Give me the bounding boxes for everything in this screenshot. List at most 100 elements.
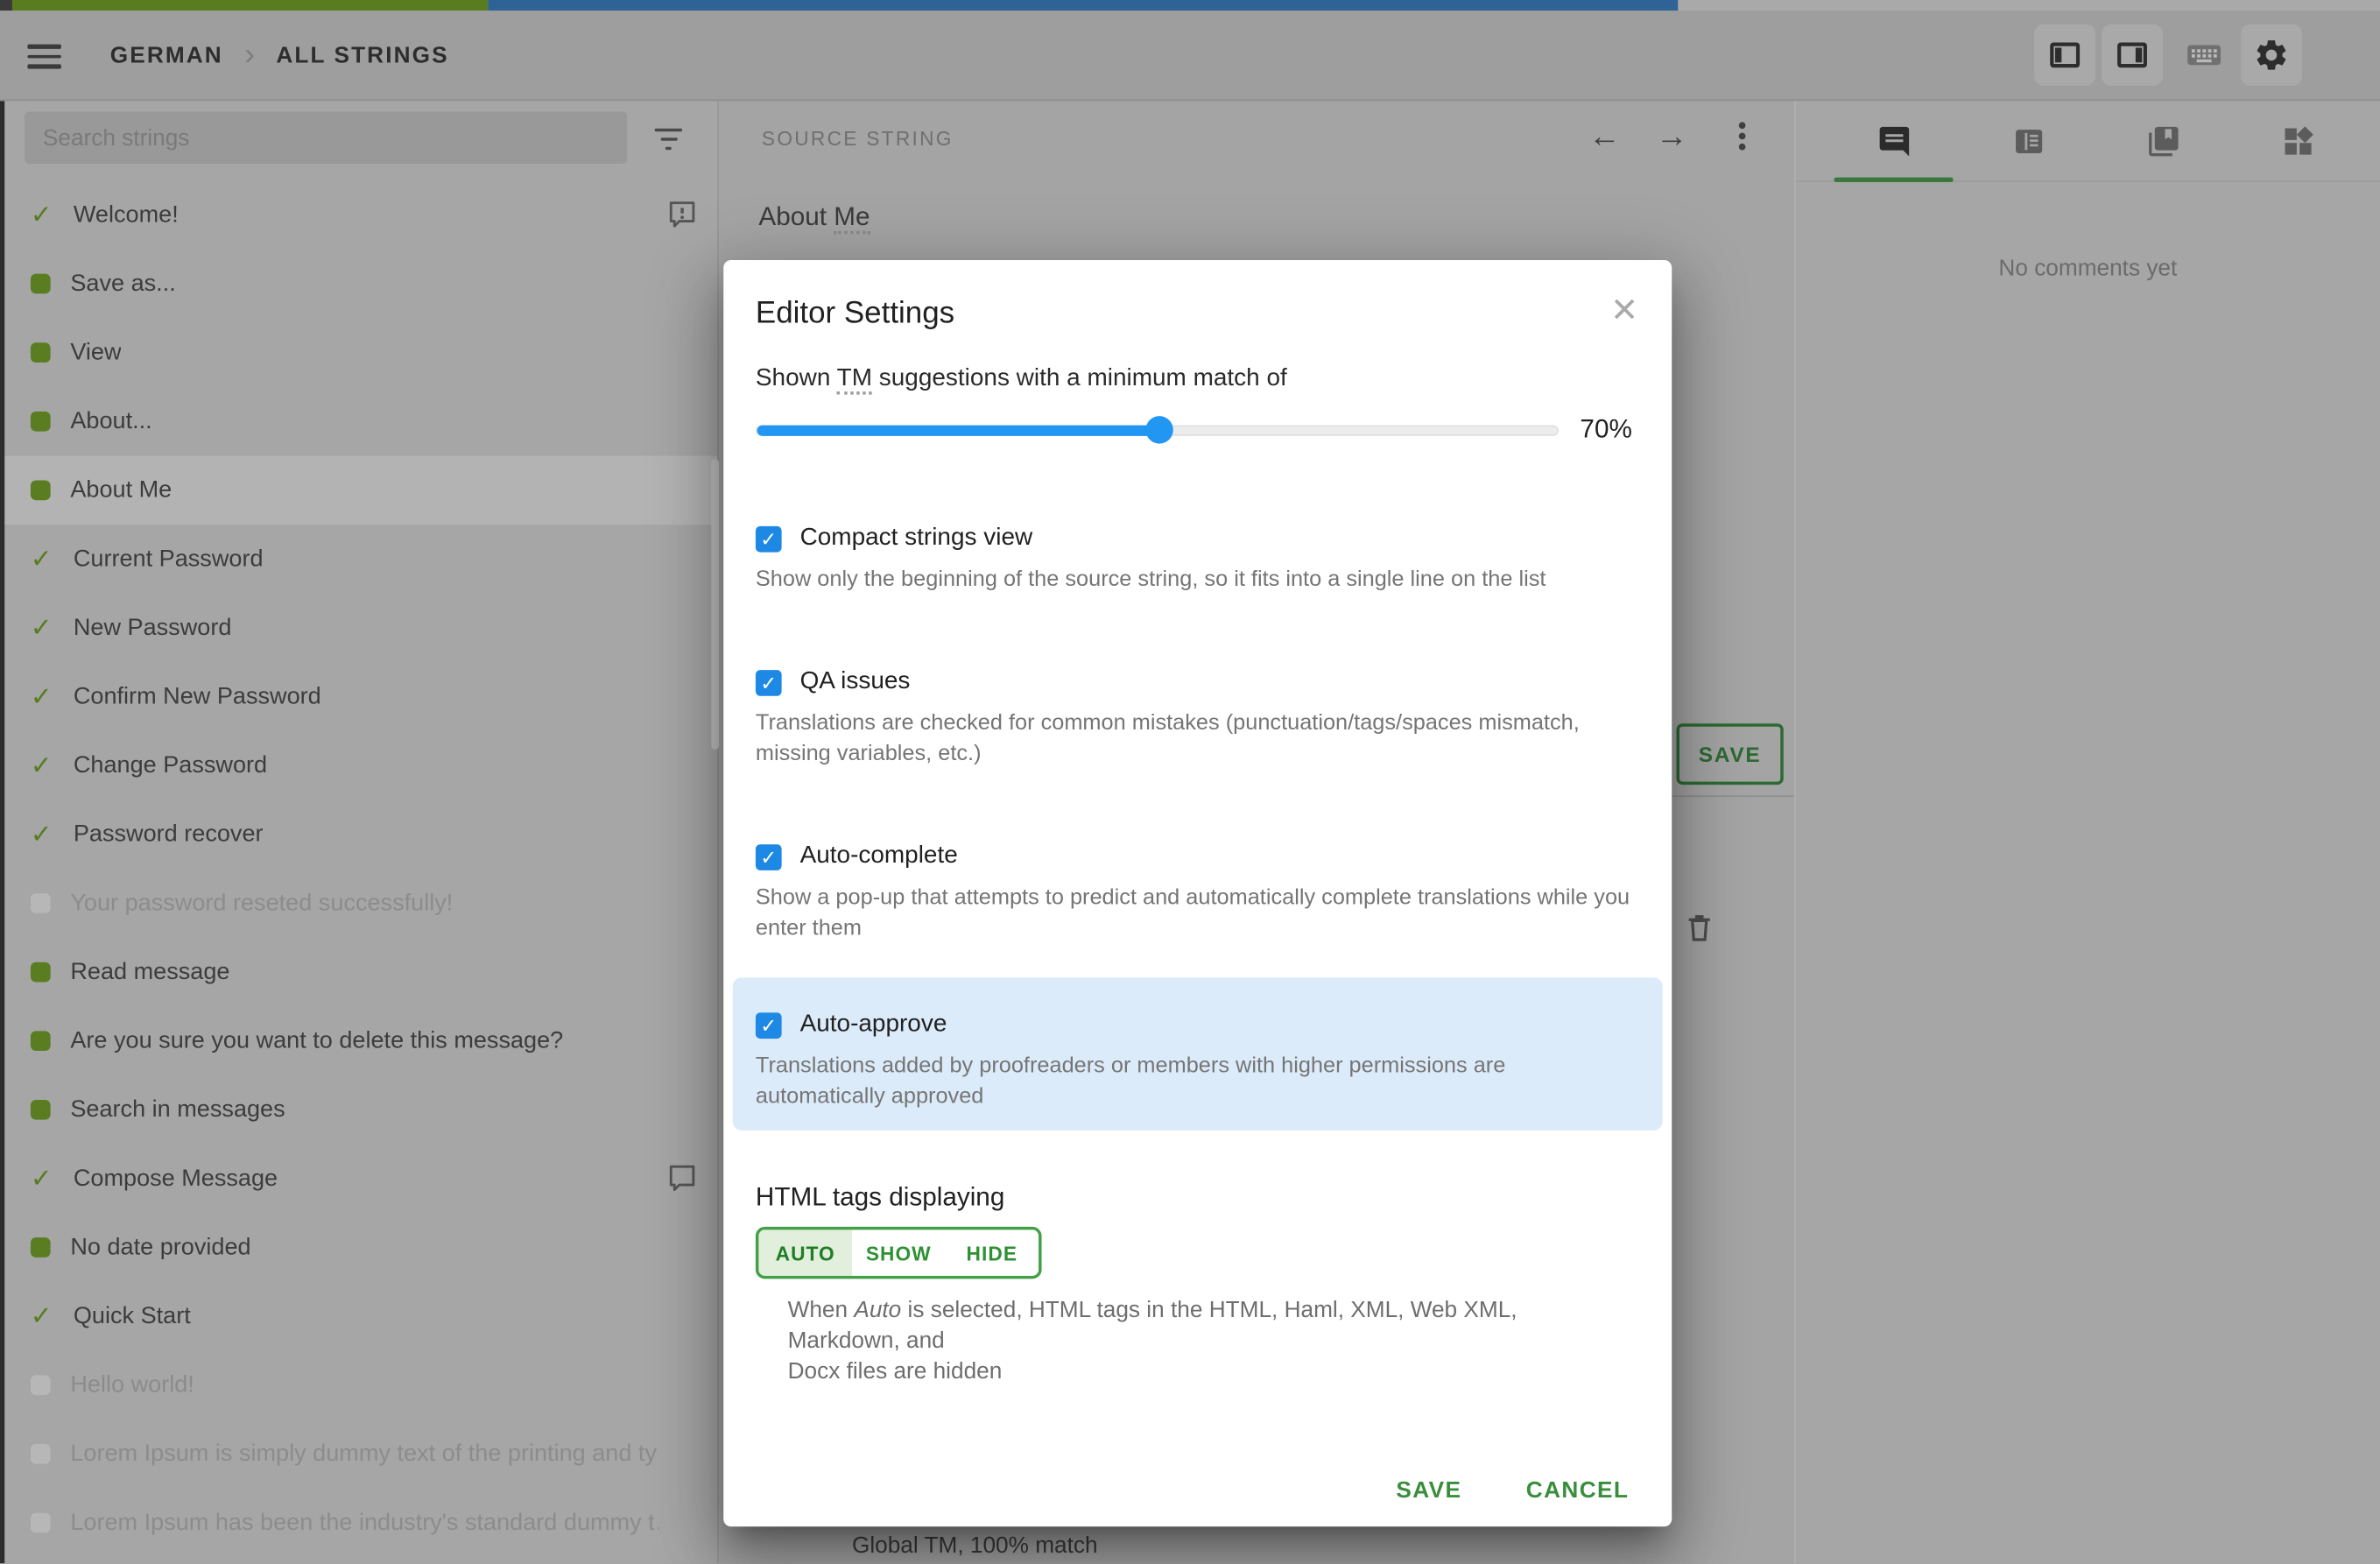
slider-thumb[interactable] — [1144, 416, 1172, 444]
tm-suggestion[interactable]: Global TM, 100% match — [852, 1532, 1098, 1559]
layout-left-panel-button[interactable] — [2034, 24, 2096, 86]
string-row[interactable]: ✓ Confirm New Password — [0, 662, 717, 731]
option-checkbox-row[interactable]: ✓ Auto-complete — [755, 842, 1640, 870]
search-input[interactable] — [24, 111, 628, 164]
translated-square-icon — [30, 273, 51, 294]
layout-right-panel-button[interactable] — [2102, 24, 2163, 86]
approved-check-icon: ✓ — [30, 820, 53, 849]
string-row[interactable]: ✓ Change Password — [0, 731, 717, 800]
tab-comments[interactable] — [1827, 101, 1961, 182]
translation-progress-bar — [0, 0, 2380, 11]
string-row[interactable]: ✓ Welcome! — [0, 180, 717, 250]
filter-icon[interactable] — [643, 119, 694, 159]
translated-square-icon — [30, 1031, 51, 1052]
close-icon[interactable]: ✕ — [1602, 287, 1647, 333]
checkbox-checked-icon[interactable]: ✓ — [755, 669, 782, 695]
chevron-right-icon: › — [244, 37, 255, 72]
checkbox-checked-icon[interactable]: ✓ — [755, 843, 782, 870]
editor-settings-dialog: Editor Settings ✕ Shown TM suggestions w… — [723, 259, 1672, 1527]
save-translation-button[interactable]: SAVE — [1676, 723, 1784, 786]
string-row[interactable]: Search in messages — [0, 1075, 717, 1145]
string-label: View — [70, 338, 122, 365]
option-checkbox-row[interactable]: ✓ QA issues — [755, 668, 1640, 695]
right-panel: No comments yet — [1793, 101, 2380, 1564]
string-label: Search in messages — [70, 1096, 285, 1123]
dialog-save-button[interactable]: SAVE — [1396, 1477, 1461, 1504]
setting-option: ✓ Auto-approve Translations added by proof… — [732, 977, 1663, 1131]
checkbox-checked-icon[interactable]: ✓ — [755, 525, 782, 552]
breadcrumb-section[interactable]: ALL STRINGS — [276, 43, 448, 69]
translated-square-icon — [30, 1099, 51, 1120]
window-edge — [0, 101, 5, 1564]
option-checkbox-row[interactable]: ✓ Auto-approve — [755, 1011, 1640, 1039]
right-panel-tabs — [1795, 101, 2380, 182]
translated-square-icon — [30, 962, 51, 983]
settings-button[interactable] — [2241, 24, 2302, 86]
string-row[interactable]: Lorem Ipsum is simply dummy text of the … — [0, 1420, 717, 1489]
comment-bubble-icon[interactable] — [665, 1161, 699, 1194]
string-row[interactable]: Hello world! — [0, 1350, 717, 1420]
search-row — [0, 111, 717, 164]
translated-square-icon — [30, 480, 51, 501]
tm-match-slider[interactable] — [755, 414, 1559, 445]
approved-check-icon: ✓ — [30, 1164, 53, 1194]
tab-context[interactable] — [1961, 101, 2095, 182]
string-row[interactable]: ✓ Quick Start — [0, 1282, 717, 1351]
string-row[interactable]: About Me — [0, 455, 718, 525]
string-row[interactable]: Save as... — [0, 250, 717, 319]
string-row[interactable]: ✓ Compose Message — [0, 1145, 717, 1214]
setting-option: ✓ QA issues Translations are checked for c… — [733, 668, 1663, 769]
tab-translation-memory[interactable] — [2095, 101, 2230, 182]
html-tags-option-hide[interactable]: HIDE — [945, 1229, 1039, 1276]
scrollbar-thumb[interactable] — [711, 459, 719, 750]
string-row[interactable]: View — [0, 318, 717, 387]
source-string-label: SOURCE STRING — [761, 126, 954, 151]
string-row[interactable]: ✓ Password recover — [0, 800, 717, 870]
approved-check-icon: ✓ — [30, 200, 53, 230]
progress-approved — [11, 0, 489, 11]
breadcrumb-project[interactable]: GERMAN — [110, 43, 223, 69]
checkbox-checked-icon[interactable]: ✓ — [755, 1011, 782, 1039]
dialog-header: Editor Settings ✕ — [723, 260, 1672, 332]
string-label: Password recover — [73, 821, 264, 847]
comments-empty-state: No comments yet — [1998, 255, 2178, 282]
source-term: Me — [834, 201, 870, 235]
string-row[interactable]: Read message — [0, 938, 717, 1007]
html-tags-option-show[interactable]: SHOW — [851, 1229, 946, 1276]
apps-tab-icon — [2284, 126, 2313, 155]
string-label: New Password — [73, 614, 232, 641]
glossary-tab-icon — [2148, 126, 2178, 157]
strings-sidebar: ✓ Welcome! Save as... View About... About Me ✓… — [0, 101, 719, 1564]
tab-apps[interactable] — [2230, 101, 2365, 182]
source-string-text: About Me — [758, 201, 870, 235]
string-label: Save as... — [70, 270, 176, 297]
breadcrumb: GERMAN › ALL STRINGS — [110, 11, 449, 101]
keyboard-shortcuts-button[interactable] — [2173, 25, 2235, 86]
html-tags-option-auto[interactable]: AUTO — [758, 1229, 852, 1276]
string-label: Lorem Ipsum is simply dummy text of the … — [70, 1440, 659, 1467]
html-tags-label: HTML tags displaying — [755, 1182, 1005, 1212]
more-options-icon[interactable] — [1718, 110, 1767, 166]
menu-icon[interactable] — [27, 44, 64, 69]
next-string-button[interactable]: → — [1644, 110, 1700, 166]
source-text-prefix: About — [758, 201, 834, 231]
string-row[interactable]: ✓ Current Password — [0, 525, 717, 594]
issue-bubble-icon[interactable] — [665, 197, 699, 230]
string-row[interactable]: Your password reseted successfully! — [0, 869, 717, 938]
string-label: Hello world! — [70, 1370, 194, 1398]
string-label: Quick Start — [73, 1302, 191, 1329]
string-label: Read message — [70, 958, 230, 985]
string-row[interactable]: Are you sure you want to delete this mes… — [0, 1006, 717, 1075]
setting-option: ✓ Compact strings view Show only the begin… — [733, 525, 1663, 595]
option-checkbox-row[interactable]: ✓ Compact strings view — [755, 525, 1640, 552]
delete-suggestion-icon[interactable] — [1682, 909, 1715, 954]
string-row[interactable]: About... — [0, 387, 717, 456]
dialog-cancel-button[interactable]: CANCEL — [1526, 1477, 1630, 1504]
untranslated-square-icon — [30, 893, 51, 913]
previous-string-button[interactable]: ← — [1577, 110, 1632, 166]
document-tab-icon — [2015, 130, 2042, 153]
string-label: Change Password — [73, 751, 268, 778]
string-row[interactable]: No date provided — [0, 1213, 717, 1282]
string-row[interactable]: Lorem Ipsum has been the industry's stan… — [0, 1489, 717, 1558]
string-row[interactable]: ✓ New Password — [0, 594, 717, 663]
